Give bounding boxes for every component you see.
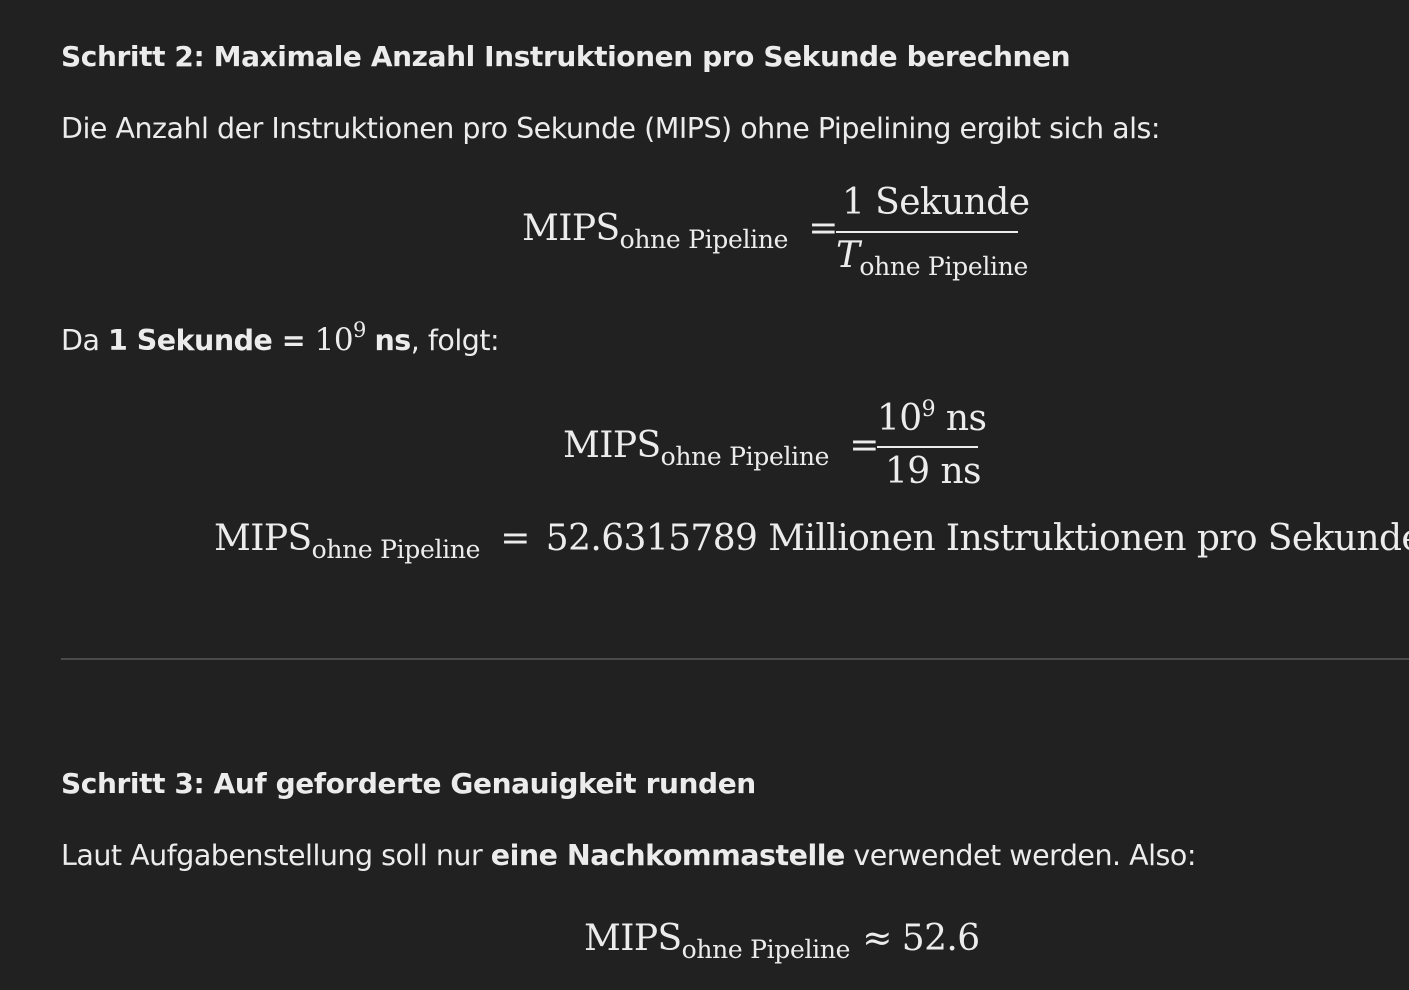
mips-result-value: 52.6315789 Millionen Instruktionen pro S… <box>545 518 1409 559</box>
ohne-pipeline-subscript: ohne Pipeline <box>619 225 789 254</box>
unit-ns: ns <box>945 398 987 439</box>
approx-sign: ≈ <box>862 918 892 959</box>
fraction-bar <box>836 231 1018 233</box>
fraction-denominator: 19 ns <box>885 451 982 492</box>
step-3-heading: Schritt 3: Auf geforderte Genauigkeit ru… <box>61 767 756 800</box>
section-divider <box>61 658 1409 660</box>
ohne-pipeline-subscript: ohne Pipeline <box>311 535 481 564</box>
t-symbol: T <box>836 235 860 276</box>
equals-sign: = <box>808 208 838 249</box>
step-2-heading: Schritt 2: Maximale Anzahl Instruktionen… <box>61 40 1071 73</box>
bold-eine-nachkommastelle: eine Nachkommastelle <box>490 839 846 872</box>
mips-rounded-value: 52.6 <box>901 918 980 959</box>
equation-2-lhs: MIPSohne Pipeline = <box>563 425 895 471</box>
text-verwendet: verwendet werden. Also: <box>844 839 1196 872</box>
bold-equals: = <box>272 324 315 357</box>
fraction-denominator: Tohne Pipeline <box>836 235 1028 281</box>
step-2-intro-text: Die Anzahl der Instruktionen pro Sekunde… <box>61 112 1160 145</box>
equation-1-lhs: MIPSohne Pipeline = <box>522 208 854 254</box>
text-folgt: , folgt: <box>410 324 500 357</box>
unit-conversion-text: Da 1 Sekunde = 109 ns, folgt: <box>61 318 500 358</box>
bold-1-sekunde: 1 Sekunde <box>107 324 273 357</box>
mips-symbol: MIPS <box>522 208 620 249</box>
mips-symbol: MIPS <box>214 518 312 559</box>
ohne-pipeline-subscript: ohne Pipeline <box>859 252 1029 281</box>
equals-sign: = <box>500 518 530 559</box>
equation-mips-result: MIPSohne Pipeline = 52.6315789 Millionen I… <box>214 518 1409 564</box>
mips-symbol: MIPS <box>563 425 661 466</box>
inline-exponent-nine: 9 <box>353 318 366 342</box>
text-laut: Laut Aufgabenstellung soll nur <box>61 839 491 872</box>
equation-mips-rounded: MIPSohne Pipeline ≈52.6 <box>584 918 980 964</box>
bold-ns: ns <box>374 324 411 357</box>
mips-symbol: MIPS <box>584 918 682 959</box>
fraction-bar <box>877 446 978 448</box>
equals-sign: = <box>849 425 879 466</box>
fraction-numerator: 109 ns <box>877 397 987 439</box>
fraction-numerator: 1 Sekunde <box>842 182 1030 223</box>
inline-ten: 10 <box>314 322 354 358</box>
ohne-pipeline-subscript: ohne Pipeline <box>681 935 851 964</box>
ohne-pipeline-subscript: ohne Pipeline <box>660 442 830 471</box>
step-3-text: Laut Aufgabenstellung soll nur eine Nach… <box>61 839 1196 872</box>
exponent-nine: 9 <box>921 397 936 422</box>
ten: 10 <box>877 398 922 439</box>
text-da: Da <box>61 324 108 357</box>
